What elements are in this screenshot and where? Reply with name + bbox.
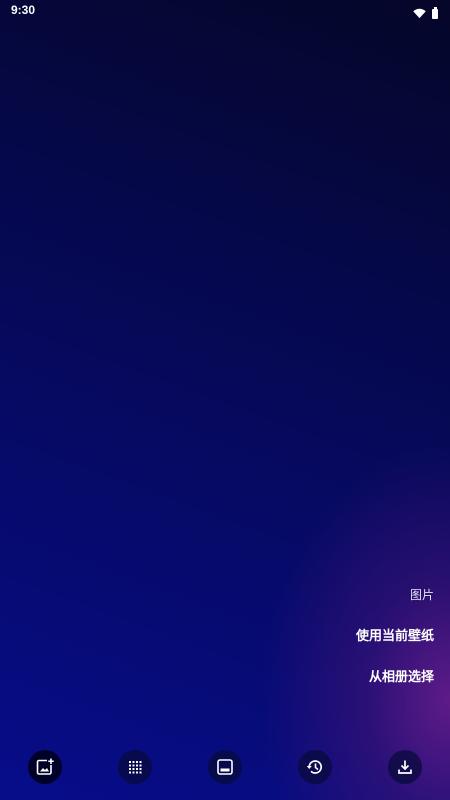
use-current-wallpaper-option[interactable]: 使用当前壁纸 — [356, 626, 434, 647]
add-image-icon — [35, 757, 55, 777]
status-time: 9:30 — [11, 3, 36, 17]
battery-icon — [432, 6, 438, 19]
choose-from-album-option[interactable]: 从相册选择 — [369, 667, 434, 688]
bottom-toolbar — [0, 750, 450, 784]
status-icons — [413, 4, 438, 23]
download-icon — [396, 758, 414, 776]
grid-button[interactable] — [118, 750, 152, 784]
panel-icon — [216, 758, 234, 776]
wifi-icon — [413, 4, 426, 23]
wallpaper-screen: 9:30 图片 使用当前壁纸 从相册选择 — [0, 0, 450, 800]
add-image-button[interactable] — [28, 750, 62, 784]
menu-heading-image: 图片 — [409, 588, 434, 602]
history-button[interactable] — [298, 750, 332, 784]
panel-button[interactable] — [208, 750, 242, 784]
history-icon — [306, 758, 324, 776]
status-bar: 9:30 — [0, 0, 450, 22]
wallpaper-source-menu: 图片 使用当前壁纸 从相册选择 — [356, 585, 434, 708]
download-button[interactable] — [388, 750, 422, 784]
grid-icon — [127, 759, 143, 775]
